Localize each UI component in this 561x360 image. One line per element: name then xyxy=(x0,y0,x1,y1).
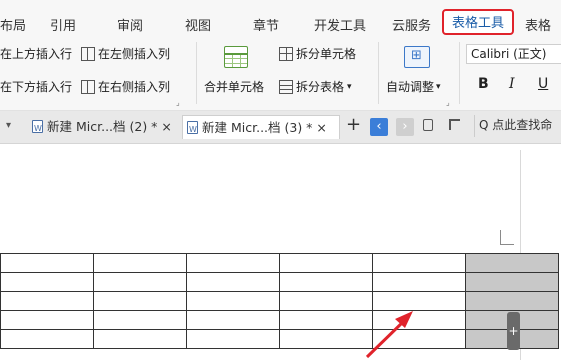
annotation-arrow-icon xyxy=(365,311,413,359)
